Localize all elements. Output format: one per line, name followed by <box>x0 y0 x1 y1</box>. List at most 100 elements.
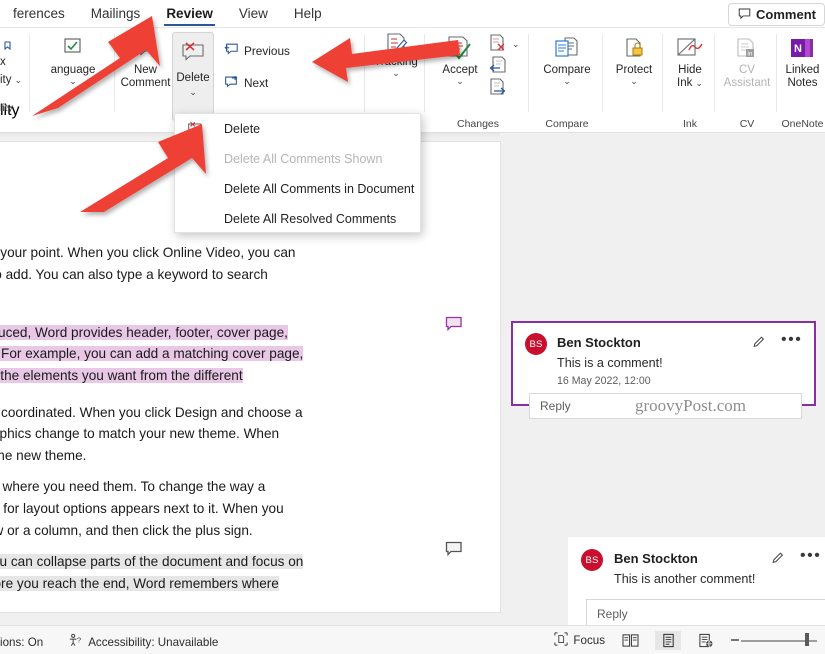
reply-placeholder: Reply <box>597 607 628 621</box>
chevron-down-icon[interactable]: ⌄ <box>512 40 520 49</box>
next-change-button[interactable] <box>488 78 508 102</box>
ribbon-group-onenote: N Linked Notes OneNote <box>780 28 825 133</box>
ribbon-group-new-comment: New Comment <box>118 28 173 133</box>
cv-assistant-label-1: CV <box>739 64 755 76</box>
delete-comment-icon <box>186 121 212 137</box>
group-separator <box>424 34 425 112</box>
svg-text:in: in <box>747 51 752 57</box>
avatar-initials: BS <box>585 554 599 566</box>
menu-item-delete-label: Delete <box>224 122 261 136</box>
next-comment-button[interactable]: Next <box>219 72 272 94</box>
comment-card-1[interactable]: BS Ben Stockton ••• This is a comment! 1… <box>511 321 816 419</box>
avatar-initials: BS <box>529 338 543 350</box>
ribbon-group-changes: Accept ⌄ ⌄ Changes <box>428 28 528 133</box>
onenote-icon: N <box>787 34 817 64</box>
paragraph: o your document coordinated. When you cl… <box>0 402 500 477</box>
ribbon-group-ink: Hide Ink ⌄ Ink <box>666 28 714 133</box>
word-window: ferences Mailings Review View Help Comme… <box>0 0 825 654</box>
reply-placeholder: Reply <box>540 399 571 413</box>
edit-pencil-icon[interactable] <box>752 335 766 354</box>
accessibility-partial-label: x <box>0 56 6 68</box>
menu-item-delete[interactable]: Delete <box>175 114 420 144</box>
doc-line: want to add a row or a column, and then … <box>0 522 253 538</box>
zoom-thumb[interactable] <box>805 632 809 646</box>
cv-assistant-button[interactable]: in CV Assistant <box>723 28 771 90</box>
accessibility-button[interactable]: ity ⌄ <box>0 74 22 86</box>
watermark-text: groovyPost.com <box>635 396 746 415</box>
comments-button[interactable]: Comment <box>728 3 825 26</box>
focus-button[interactable]: Focus <box>554 632 605 649</box>
menu-item-delete-all-in-document[interactable]: Delete All Comments in Document <box>175 174 420 204</box>
menu-item-delete-all-shown[interactable]: Delete All Comments Shown <box>175 144 420 174</box>
compare-button[interactable]: Compare ⌄ <box>543 28 591 86</box>
new-comment-icon <box>130 34 160 64</box>
tracking-icon <box>382 32 410 60</box>
group-label-ink: Ink <box>682 118 697 130</box>
web-layout-view-button[interactable] <box>693 631 719 650</box>
comment-author: Ben Stockton <box>557 335 641 350</box>
tab-help[interactable]: Help <box>281 1 335 27</box>
delete-dropdown-menu[interactable]: Delete Delete All Comments Shown Delete … <box>174 113 421 233</box>
editing-options-status[interactable]: ions: On <box>0 636 43 649</box>
accessibility-status[interactable]: ? Accessibility: Unavailable <box>68 633 218 651</box>
edit-pencil-icon[interactable] <box>771 551 785 570</box>
group-separator <box>776 34 777 112</box>
paragraph-commented-2[interactable]: Reading view. You can collapse parts of … <box>0 551 500 630</box>
paragraph-commented-1[interactable]: ofessionally produced, Word provides hea… <box>0 322 500 402</box>
group-separator <box>602 34 603 112</box>
delete-comment-button[interactable]: Delete ⌄ <box>172 32 214 121</box>
menu-item-delete-all-resolved[interactable]: Delete All Resolved Comments <box>175 204 420 234</box>
zoom-slider[interactable] <box>731 632 817 648</box>
linked-notes-button[interactable]: N Linked Notes <box>786 28 819 90</box>
reject-change-button[interactable] <box>488 34 508 58</box>
previous-comment-label: Previous <box>244 44 290 58</box>
doc-line-highlighted: stop reading before you reach the end, W… <box>0 575 279 591</box>
hide-ink-button[interactable]: Hide Ink ⌄ <box>675 28 705 90</box>
paragraph: o help you prove your point. When you cl… <box>0 242 500 322</box>
comment-anchor-icon-2[interactable] <box>445 541 463 562</box>
cv-assistant-icon: in <box>733 34 761 64</box>
comment-more-options-icon[interactable]: ••• <box>781 331 802 349</box>
comment-bubble-icon <box>738 7 751 23</box>
ribbon-group-language: anguage ⌄ <box>32 28 114 133</box>
menu-item-delete-all-in-document-label: Delete All Comments in Document <box>224 182 415 196</box>
comment-author: Ben Stockton <box>614 551 698 566</box>
new-comment-button[interactable]: New Comment <box>121 28 170 90</box>
delete-comment-icon <box>178 40 208 68</box>
avatar: BS <box>581 549 603 571</box>
cv-assistant-label-2: Assistant <box>723 77 771 89</box>
group-label-cv: CV <box>739 118 755 130</box>
tracking-button[interactable]: Tracking ⌄ <box>374 28 418 78</box>
chevron-down-icon[interactable]: ⌄ <box>563 77 571 86</box>
group-separator <box>364 34 365 112</box>
chevron-down-icon[interactable]: ⌄ <box>456 77 464 86</box>
comment-anchor-icon-1[interactable] <box>445 316 463 337</box>
chevron-down-icon[interactable]: ⌄ <box>695 79 703 88</box>
tab-view[interactable]: View <box>226 1 281 27</box>
read-mode-view-button[interactable] <box>617 631 643 650</box>
svg-text:N: N <box>794 43 802 55</box>
tab-references[interactable]: ferences <box>0 1 78 27</box>
protect-button[interactable]: Protect ⌄ <box>616 28 652 86</box>
chevron-down-icon: ⌄ <box>14 74 23 85</box>
ribbon-group-protect: Protect ⌄ <box>606 28 662 133</box>
tab-review[interactable]: Review <box>153 1 226 27</box>
menu-item-delete-all-shown-label: Delete All Comments Shown <box>224 152 383 166</box>
zoom-out-icon[interactable] <box>731 638 739 641</box>
chevron-down-icon[interactable]: ⌄ <box>189 88 197 97</box>
chevron-down-icon[interactable]: ⌄ <box>630 77 638 86</box>
focus-icon <box>554 632 569 649</box>
protect-lock-icon <box>621 34 647 64</box>
comment-more-options-icon[interactable]: ••• <box>800 547 821 565</box>
language-button[interactable]: anguage ⌄ <box>51 28 95 86</box>
accept-button[interactable]: Accept ⌄ <box>434 28 486 86</box>
svg-text:?: ? <box>77 635 81 644</box>
group-separator <box>29 34 30 112</box>
accessibility-button-label: ity <box>0 74 12 86</box>
doc-line: ons that show up where you need them. To… <box>0 479 266 495</box>
previous-change-button[interactable] <box>488 56 508 80</box>
previous-comment-button[interactable]: Previous <box>219 40 294 62</box>
doc-line-highlighted: ofessionally produced, Word provides hea… <box>0 324 288 340</box>
tab-mailings[interactable]: Mailings <box>78 1 154 27</box>
print-layout-view-button[interactable] <box>655 631 681 650</box>
